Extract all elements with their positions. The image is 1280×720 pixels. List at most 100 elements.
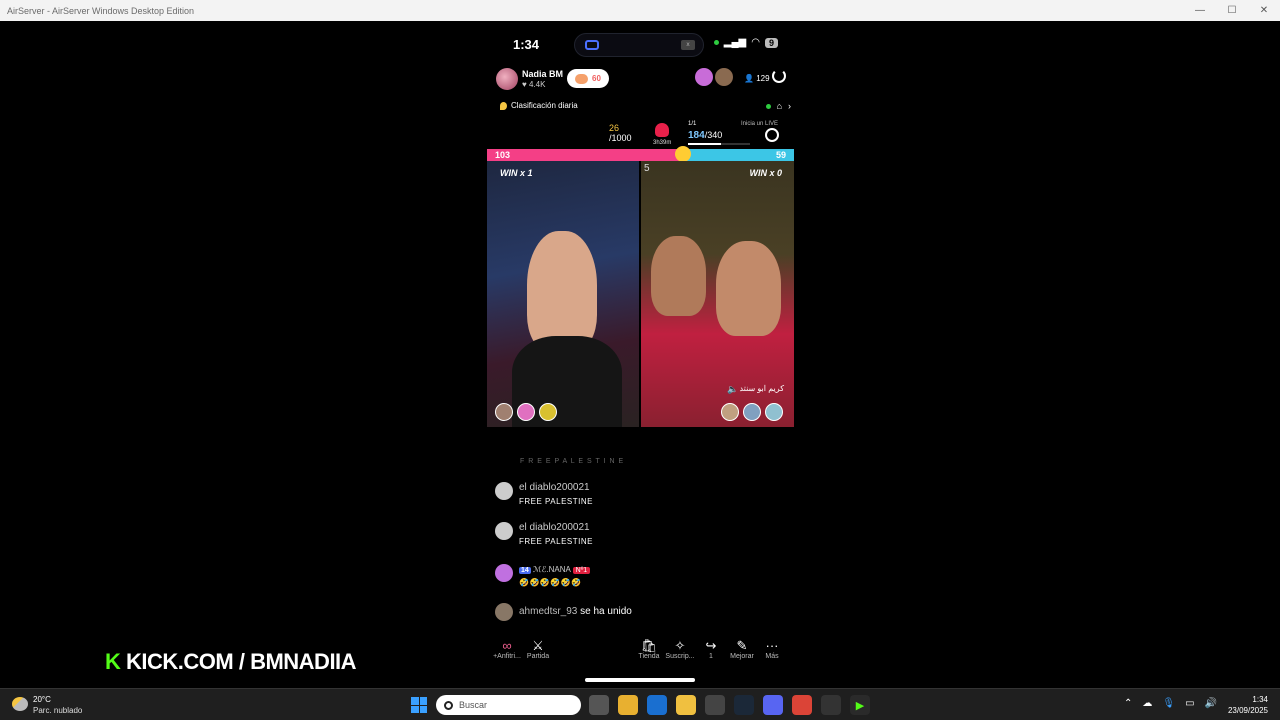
window-titlebar: AirServer - AirServer Windows Desktop Ed… bbox=[0, 0, 1280, 21]
more-button[interactable]: ··· Más bbox=[757, 638, 787, 660]
camera-dot-icon bbox=[713, 40, 719, 45]
steam-icon[interactable] bbox=[734, 695, 754, 715]
chat-avatar[interactable] bbox=[495, 603, 513, 621]
shop-button[interactable]: 🛍 Tienda bbox=[634, 638, 664, 660]
chat-username[interactable]: el diablo200021 bbox=[519, 482, 590, 493]
gifter-avatar[interactable] bbox=[743, 403, 761, 421]
vip-user-row[interactable]: 14 ℳℰ.NANA Nº1 bbox=[519, 565, 591, 574]
left-win-label: WIN x 1 bbox=[500, 168, 533, 178]
kick-url: KICK.COM / BMNADIIA bbox=[126, 649, 357, 674]
joined-action: se ha unido bbox=[580, 606, 632, 617]
viewer-avatar[interactable] bbox=[715, 68, 733, 86]
minimize-icon[interactable]: — bbox=[1184, 0, 1216, 21]
chat-avatar[interactable] bbox=[495, 522, 513, 540]
heart-icon bbox=[575, 73, 589, 84]
search-placeholder: Buscar bbox=[459, 700, 488, 710]
discord-icon[interactable] bbox=[763, 695, 783, 715]
chat-avatar[interactable] bbox=[495, 482, 513, 500]
task-view-icon[interactable] bbox=[589, 695, 609, 715]
phone-status-bar: 1:34 ⅹ ▂▄▆ ◠ 9 bbox=[487, 33, 794, 57]
cloud-icon[interactable]: ☁ bbox=[1142, 698, 1152, 709]
goal1-current: 26 bbox=[609, 123, 620, 133]
subscribe-button[interactable]: ✧ Suscrip... bbox=[665, 638, 695, 660]
taskbar-search[interactable]: Buscar bbox=[436, 695, 581, 715]
display-icon[interactable]: ▭ bbox=[1185, 698, 1194, 709]
island-badge-icon: ⅹ bbox=[681, 40, 695, 50]
system-tray: ⌃ ☁ 🎙 ▭ 🔊 bbox=[1124, 698, 1217, 709]
right-gifters[interactable] bbox=[721, 403, 783, 421]
chat-avatar[interactable] bbox=[495, 564, 513, 582]
share-icon: ↪ bbox=[705, 638, 717, 653]
mic-icon[interactable]: 🎙 bbox=[1162, 698, 1175, 709]
store-icon[interactable] bbox=[618, 695, 638, 715]
weather-desc: Parc. nublado bbox=[33, 706, 83, 715]
follow-button[interactable]: 60 bbox=[567, 69, 609, 88]
folder-icon[interactable] bbox=[676, 695, 696, 715]
opponent-name[interactable]: كريم ابو سنتد bbox=[739, 384, 784, 393]
chevron-up-icon[interactable]: ⌃ bbox=[1124, 698, 1132, 709]
pinned-apps: ▶ bbox=[589, 695, 870, 715]
goal2-label: 1/1 bbox=[688, 121, 697, 127]
left-video-feed[interactable]: WIN x 1 bbox=[487, 161, 639, 427]
close-icon[interactable]: ✕ bbox=[1248, 0, 1280, 21]
gifter-avatar[interactable] bbox=[539, 403, 557, 421]
chat-text: 🤣🤣🤣🤣🤣🤣 bbox=[519, 578, 582, 587]
shop-label: Tienda bbox=[638, 653, 660, 660]
chat-username[interactable]: el diablo200021 bbox=[519, 522, 590, 533]
share-button[interactable]: ↪ 1 bbox=[696, 638, 726, 660]
top-viewers[interactable] bbox=[695, 68, 733, 86]
left-gifters[interactable] bbox=[495, 403, 557, 421]
volume-icon[interactable]: 🔊 bbox=[1205, 698, 1217, 709]
battle-scorebar: 103 59 bbox=[487, 146, 794, 162]
gifter-avatar[interactable] bbox=[517, 403, 535, 421]
right-win-label: WIN x 0 bbox=[749, 168, 782, 178]
cohost-label: +Anfitri... bbox=[493, 653, 521, 660]
taskbar-clock[interactable]: 1:34 23/09/2025 bbox=[1228, 694, 1268, 716]
left-score: 103 bbox=[495, 150, 511, 160]
goal2-progress[interactable]: 184/340 bbox=[688, 130, 722, 141]
joined-user[interactable]: ahmedtsr_93 bbox=[519, 606, 577, 617]
signal-icon: ▂▄▆ bbox=[723, 37, 747, 48]
host-avatar[interactable] bbox=[496, 68, 518, 90]
share-count: 1 bbox=[709, 653, 713, 660]
kick-app-icon[interactable]: ▶ bbox=[850, 695, 870, 715]
start-icon[interactable] bbox=[411, 697, 427, 713]
outlook-icon[interactable] bbox=[647, 695, 667, 715]
status-time: 1:34 bbox=[513, 37, 540, 52]
host-name[interactable]: Nadia BM bbox=[522, 69, 563, 79]
subscribe-icon: ✧ bbox=[674, 638, 686, 653]
clock-time: 1:34 bbox=[1252, 695, 1268, 704]
more-icon: ··· bbox=[765, 638, 779, 653]
gifter-avatar[interactable] bbox=[765, 403, 783, 421]
right-video-feed[interactable]: WIN x 0 🔈 كريم ابو سنتد bbox=[641, 161, 794, 427]
gifter-avatar[interactable] bbox=[721, 403, 739, 421]
vip-username[interactable]: ℳℰ.NANA bbox=[533, 565, 570, 574]
home-icon[interactable]: ⌂ bbox=[777, 101, 782, 111]
home-indicator[interactable] bbox=[585, 678, 695, 682]
goal-counter[interactable]: 26/1000 bbox=[609, 123, 632, 143]
viewer-count[interactable]: 👤 129 bbox=[744, 74, 770, 83]
leaderboard-icon[interactable] bbox=[765, 128, 779, 142]
power-icon[interactable] bbox=[772, 69, 786, 83]
match-button[interactable]: ⚔ Partida bbox=[523, 638, 553, 660]
obs-icon[interactable] bbox=[821, 695, 841, 715]
goal2-bar bbox=[688, 143, 750, 145]
gifter-avatar[interactable] bbox=[495, 403, 513, 421]
viewer-avatar[interactable] bbox=[695, 68, 713, 86]
chrome-icon[interactable] bbox=[792, 695, 812, 715]
speaker-icon[interactable]: 🔈 bbox=[727, 384, 738, 395]
cohost-button[interactable]: ∞ +Anfitri... bbox=[492, 638, 522, 660]
rose-gift-icon[interactable] bbox=[655, 123, 669, 137]
right-guest-2 bbox=[716, 241, 781, 336]
daily-ranking[interactable]: Clasificación diaria bbox=[500, 101, 578, 110]
window-controls: — ☐ ✕ bbox=[1184, 0, 1280, 21]
clock-date: 23/09/2025 bbox=[1227, 706, 1268, 715]
match-icon: ⚔ bbox=[532, 638, 544, 653]
link-icon: ∞ bbox=[502, 638, 512, 653]
goal2-current: 184 bbox=[688, 130, 705, 141]
enhance-button[interactable]: ✎ Mejorar bbox=[727, 638, 757, 660]
window-title: AirServer - AirServer Windows Desktop Ed… bbox=[7, 5, 195, 16]
maximize-icon[interactable]: ☐ bbox=[1216, 0, 1248, 21]
mail-icon[interactable] bbox=[705, 695, 725, 715]
chevron-right-icon[interactable]: › bbox=[788, 101, 791, 111]
